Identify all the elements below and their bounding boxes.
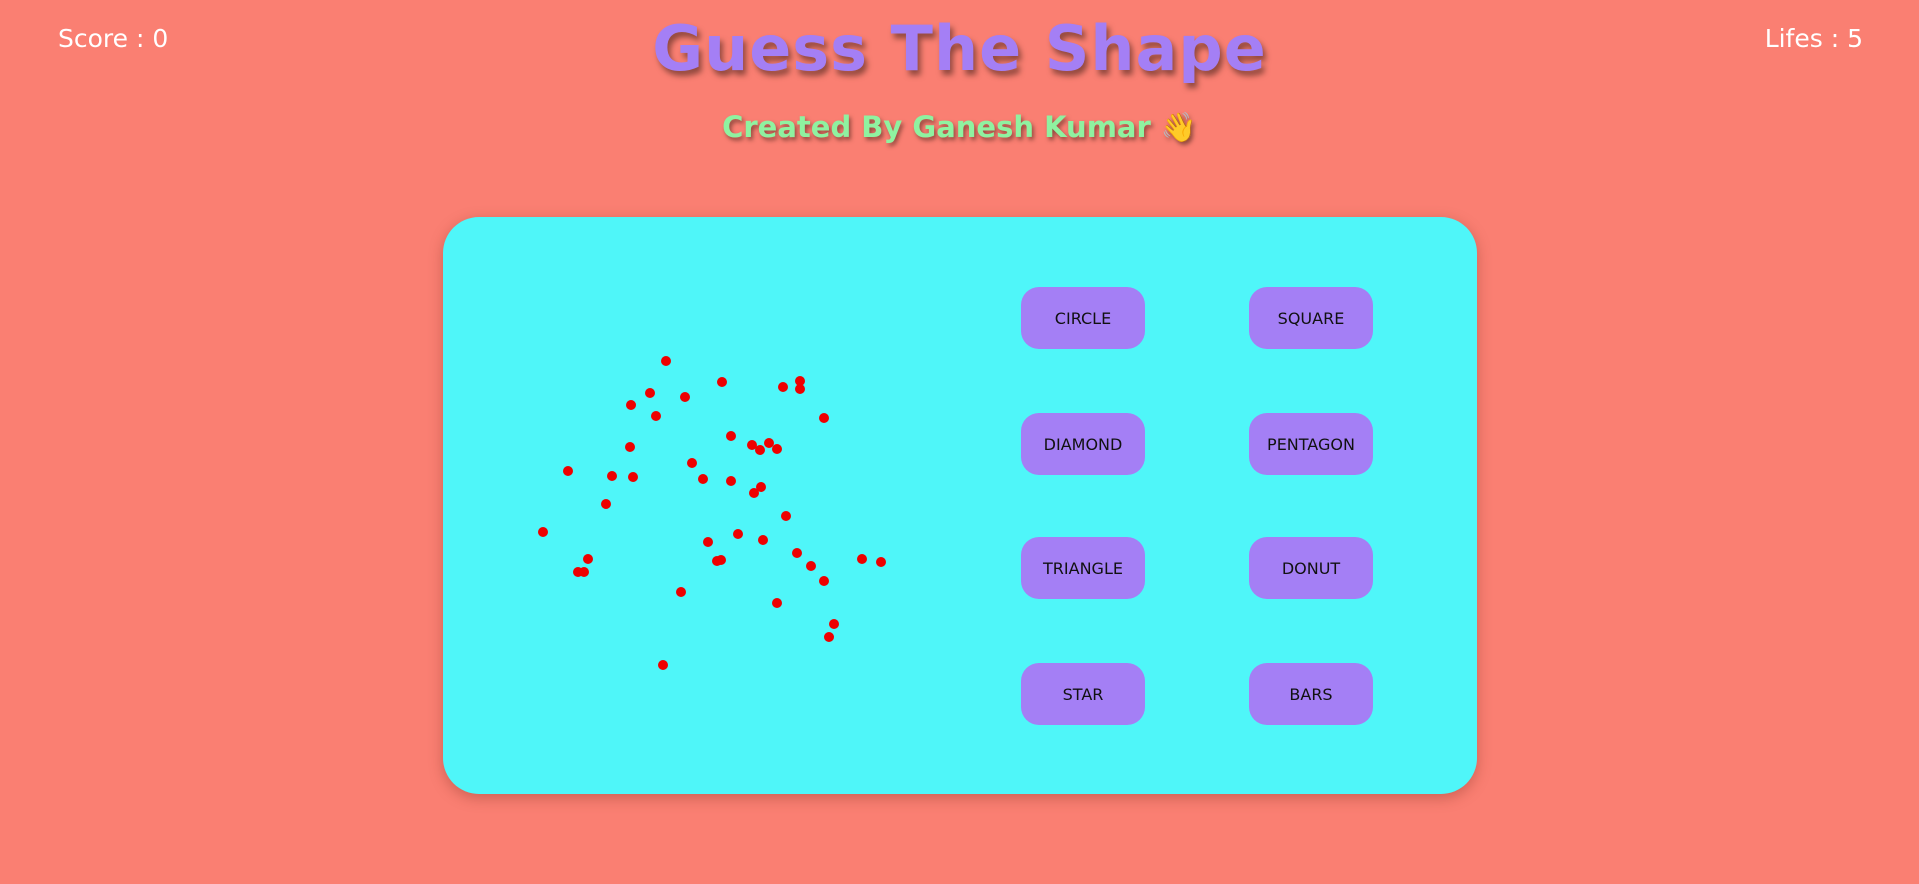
shape-dot (726, 431, 736, 441)
pentagon-button[interactable]: PENTAGON (1249, 413, 1373, 475)
triangle-button[interactable]: TRIANGLE (1021, 537, 1145, 599)
subtitle-text: Created By Ganesh Kumar (722, 110, 1151, 144)
shape-dot (698, 474, 708, 484)
shape-dot (717, 377, 727, 387)
circle-button[interactable]: CIRCLE (1021, 287, 1145, 349)
square-button[interactable]: SQUARE (1249, 287, 1373, 349)
shape-dot (726, 476, 736, 486)
shape-dot (651, 411, 661, 421)
shape-dot (781, 511, 791, 521)
shape-dot (829, 619, 839, 629)
diamond-button[interactable]: DIAMOND (1021, 413, 1145, 475)
page-subtitle: Created By Ganesh Kumar 👋 (0, 110, 1919, 145)
shape-dot (583, 554, 593, 564)
shape-dot (703, 537, 713, 547)
shape-dot (716, 555, 726, 565)
shape-dot (579, 567, 589, 577)
shape-dot (857, 554, 867, 564)
shape-dot (819, 576, 829, 586)
shape-dot (658, 660, 668, 670)
shape-dot (772, 444, 782, 454)
shape-dot (764, 438, 774, 448)
shape-dot (819, 413, 829, 423)
shape-dot (626, 400, 636, 410)
shape-dot (625, 442, 635, 452)
shape-dot (756, 482, 766, 492)
shape-dot (661, 356, 671, 366)
shape-dot (676, 587, 686, 597)
shape-dot (755, 445, 765, 455)
page-title: Guess The Shape (652, 12, 1267, 85)
waving-hand-icon: 👋 (1160, 110, 1197, 144)
shape-dot (778, 382, 788, 392)
shape-dot (563, 466, 573, 476)
shape-dot (680, 392, 690, 402)
shape-dot (601, 499, 611, 509)
shape-dot (876, 557, 886, 567)
star-button[interactable]: STAR (1021, 663, 1145, 725)
shape-dot (733, 529, 743, 539)
shape-dot (806, 561, 816, 571)
shape-dot (795, 384, 805, 394)
shape-dot (772, 598, 782, 608)
shape-dot-plot (538, 356, 886, 670)
shape-dot (687, 458, 697, 468)
shape-dot (607, 471, 617, 481)
donut-button[interactable]: DONUT (1249, 537, 1373, 599)
shape-dot (824, 632, 834, 642)
shape-dot (792, 548, 802, 558)
shape-dot (645, 388, 655, 398)
shape-dot (758, 535, 768, 545)
shape-dot (538, 527, 548, 537)
game-board: CIRCLE SQUARE DIAMOND PENTAGON TRIANGLE … (443, 217, 1477, 794)
bars-button[interactable]: BARS (1249, 663, 1373, 725)
shape-dot (628, 472, 638, 482)
